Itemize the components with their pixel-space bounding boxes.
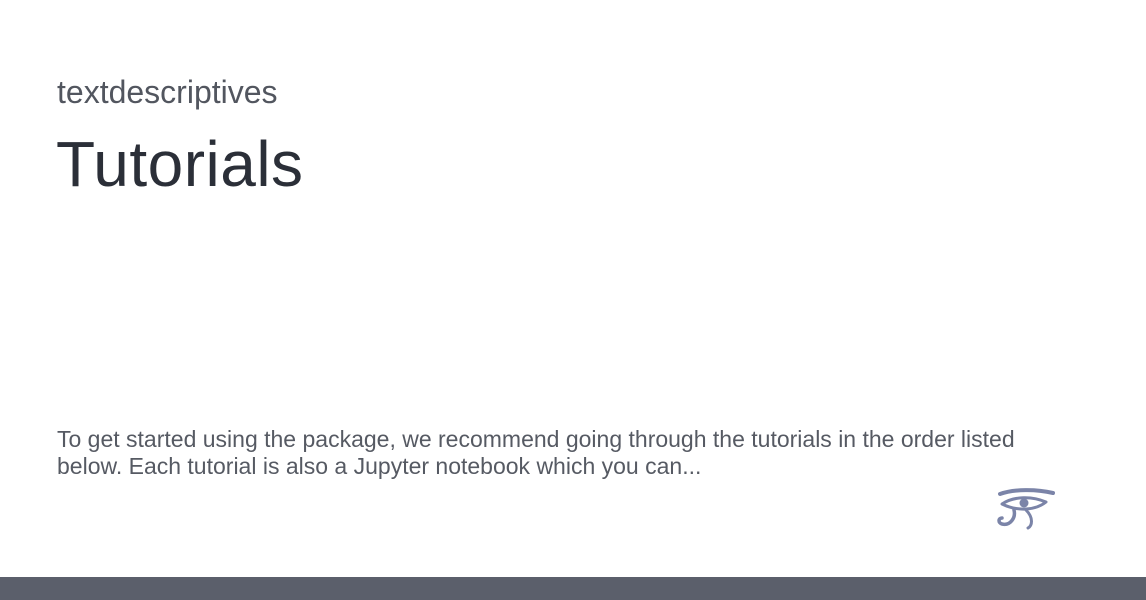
- eye-of-horus-icon: [997, 488, 1055, 530]
- social-card: textdescriptives Tutorials To get starte…: [0, 0, 1146, 600]
- site-name: textdescriptives: [57, 74, 278, 110]
- page-description: To get started using the package, we rec…: [57, 426, 1015, 479]
- page-title: Tutorials: [56, 128, 304, 200]
- footer-bar: [0, 577, 1146, 600]
